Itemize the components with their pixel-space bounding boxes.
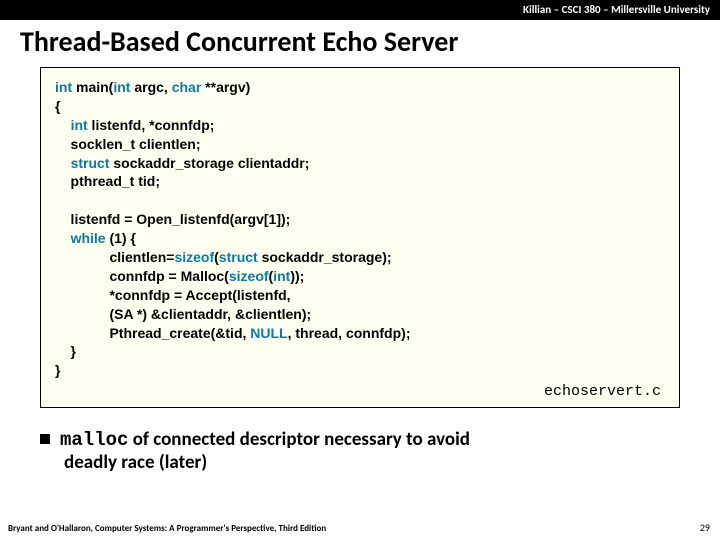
sig-main: main( [72, 79, 113, 95]
page-number: 29 [700, 521, 710, 534]
decl-sockaddr: sockaddr_storage clientaddr; [109, 155, 309, 171]
bullet-code: malloc [60, 429, 128, 451]
kw-int: int [113, 79, 130, 95]
brace-inner-close: } [55, 343, 76, 359]
bullet-text-1: of connected descriptor necessary to avo… [128, 428, 470, 451]
malloc-a: connfdp = Malloc( [55, 268, 229, 284]
kw-sizeof: sizeof [229, 268, 269, 284]
source-filename: echoservert.c [55, 382, 665, 402]
course-text: Killian – CSCI 380 – Millersville Univer… [523, 3, 710, 16]
kw-char: char [172, 79, 202, 95]
indent [55, 117, 71, 133]
while-cond: (1) { [106, 230, 136, 246]
kw-struct: struct [219, 249, 258, 265]
bullet-text-2: deadly race (later) [64, 451, 690, 474]
code-listing: int main(int argc, char **argv) { int li… [55, 78, 665, 380]
assign-listenfd: listenfd = Open_listenfd(argv[1]); [55, 211, 290, 227]
brace-open: { [55, 98, 60, 114]
blank-line [55, 192, 59, 208]
malloc-c: )); [290, 268, 304, 284]
clientlen-c: sockaddr_storage); [258, 249, 392, 265]
pthread-b: , thread, connfdp); [288, 325, 411, 341]
slide-title: Thread-Based Concurrent Echo Server [0, 20, 720, 67]
indent [55, 230, 71, 246]
bullet-list: malloc of connected descriptor necessary… [40, 428, 690, 474]
course-header: Killian – CSCI 380 – Millersville Univer… [0, 0, 720, 20]
footer-credit: Bryant and O'Hallaron, Computer Systems:… [8, 523, 326, 534]
decl-listenfd: listenfd, *connfdp; [88, 117, 215, 133]
accept-line: *connfdp = Accept(listenfd, [55, 287, 291, 303]
kw-int: int [55, 79, 72, 95]
kw-struct: struct [71, 155, 110, 171]
kw-null: NULL [250, 325, 287, 341]
accept-args: (SA *) &clientaddr, &clientlen); [55, 306, 311, 322]
clientlen-a: clientlen= [55, 249, 174, 265]
bullet-item: malloc of connected descriptor necessary… [40, 428, 690, 451]
kw-while: while [71, 230, 106, 246]
sig-argv: **argv) [201, 79, 250, 95]
kw-int: int [273, 268, 290, 284]
brace-close: } [55, 362, 60, 378]
sig-argc: argc, [130, 79, 171, 95]
kw-int: int [71, 117, 88, 133]
pthread-a: Pthread_create(&tid, [55, 325, 250, 341]
indent [55, 155, 71, 171]
bullet-square-icon [40, 434, 50, 444]
decl-socklen: socklen_t clientlen; [55, 136, 201, 152]
decl-pthread: pthread_t tid; [55, 173, 160, 189]
code-box: int main(int argc, char **argv) { int li… [40, 67, 680, 408]
kw-sizeof: sizeof [174, 249, 214, 265]
